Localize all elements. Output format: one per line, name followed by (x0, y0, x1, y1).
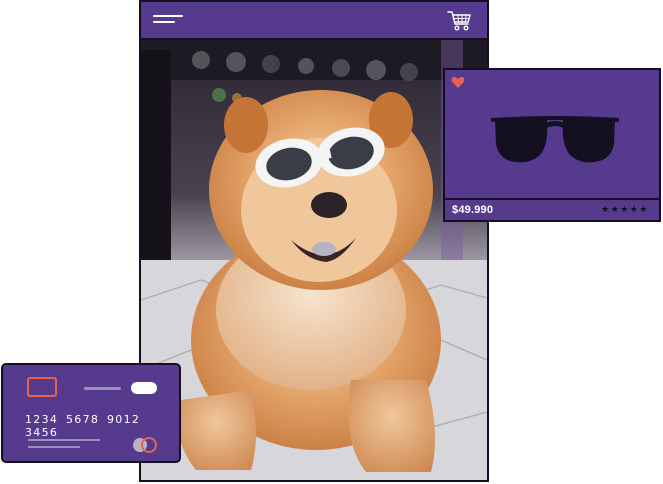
dog-photo (141, 40, 487, 480)
phone-frame (139, 0, 489, 482)
rating-stars: ★★★★★ (601, 204, 649, 214)
card-expiry-line (28, 446, 80, 448)
heart-icon[interactable] (451, 76, 465, 89)
product-price: $49.990 (452, 204, 494, 216)
hamburger-menu-icon[interactable] (153, 13, 185, 27)
shopping-cart-icon[interactable] (447, 10, 473, 32)
card-number: 1234 5678 9012 3456 (25, 413, 141, 439)
product-footer: $49.990 ★★★★★ (445, 198, 659, 220)
product-card[interactable]: $49.990 ★★★★★ (443, 68, 661, 222)
credit-card[interactable]: 1234 5678 9012 3456 (1, 363, 181, 463)
card-decoration-pill (131, 382, 157, 394)
app-header (141, 2, 487, 40)
card-holder-line (28, 439, 100, 441)
card-decoration-dash (84, 387, 121, 390)
chip-icon (27, 377, 57, 397)
sunglasses-icon (489, 114, 621, 166)
card-network-logo-icon (131, 437, 159, 453)
